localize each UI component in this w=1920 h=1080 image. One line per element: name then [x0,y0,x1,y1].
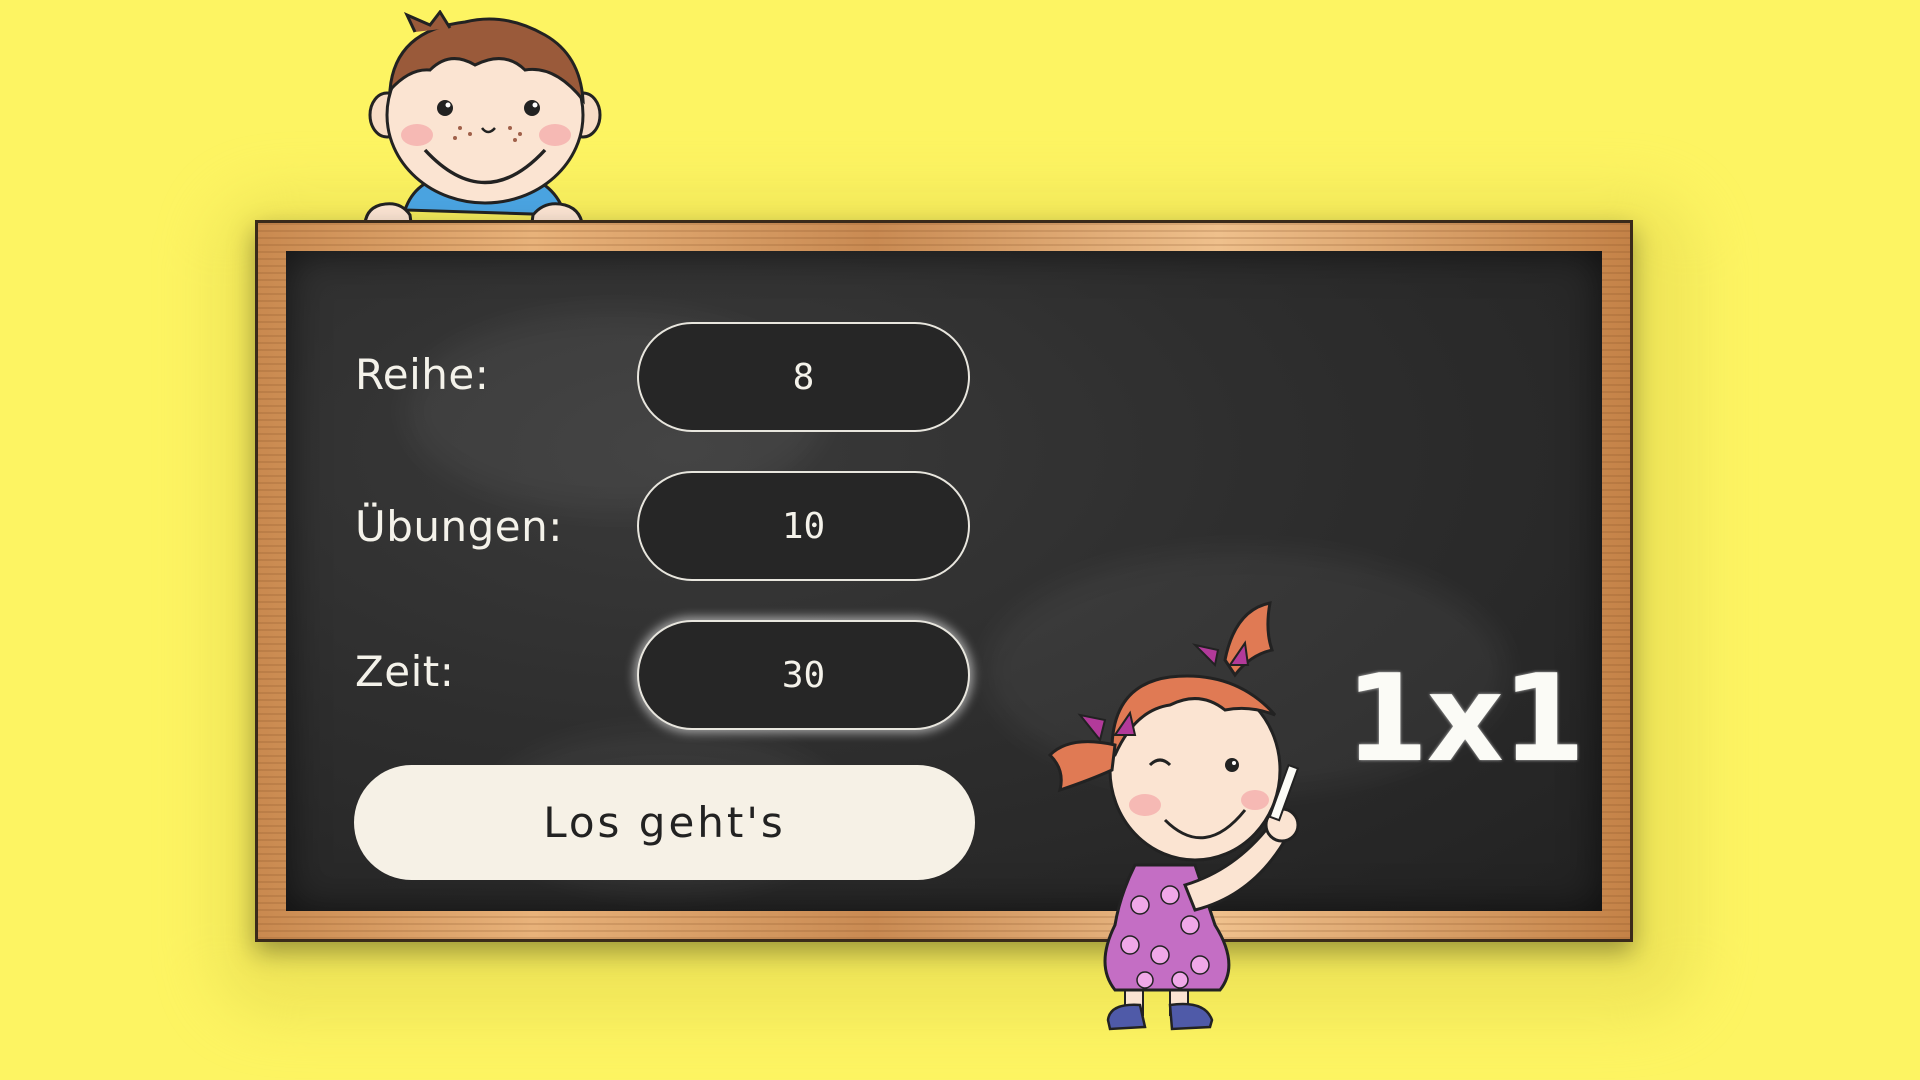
exercises-label: Übungen: [355,502,563,551]
time-input[interactable]: 30 [637,620,970,730]
row-label: Reihe: [355,350,490,399]
row-input[interactable]: 8 [637,322,970,432]
chalk-text: 1x1 [1345,650,1585,789]
girl-character-icon [1047,601,1300,1031]
time-label: Zeit: [355,647,455,696]
exercises-input[interactable]: 10 [637,471,970,581]
start-button[interactable]: Los geht's [354,765,975,880]
boy-character-icon [363,10,602,240]
app-screen: Reihe: 8 Übungen: 10 Zeit: 30 Los geht's… [0,0,1920,1080]
